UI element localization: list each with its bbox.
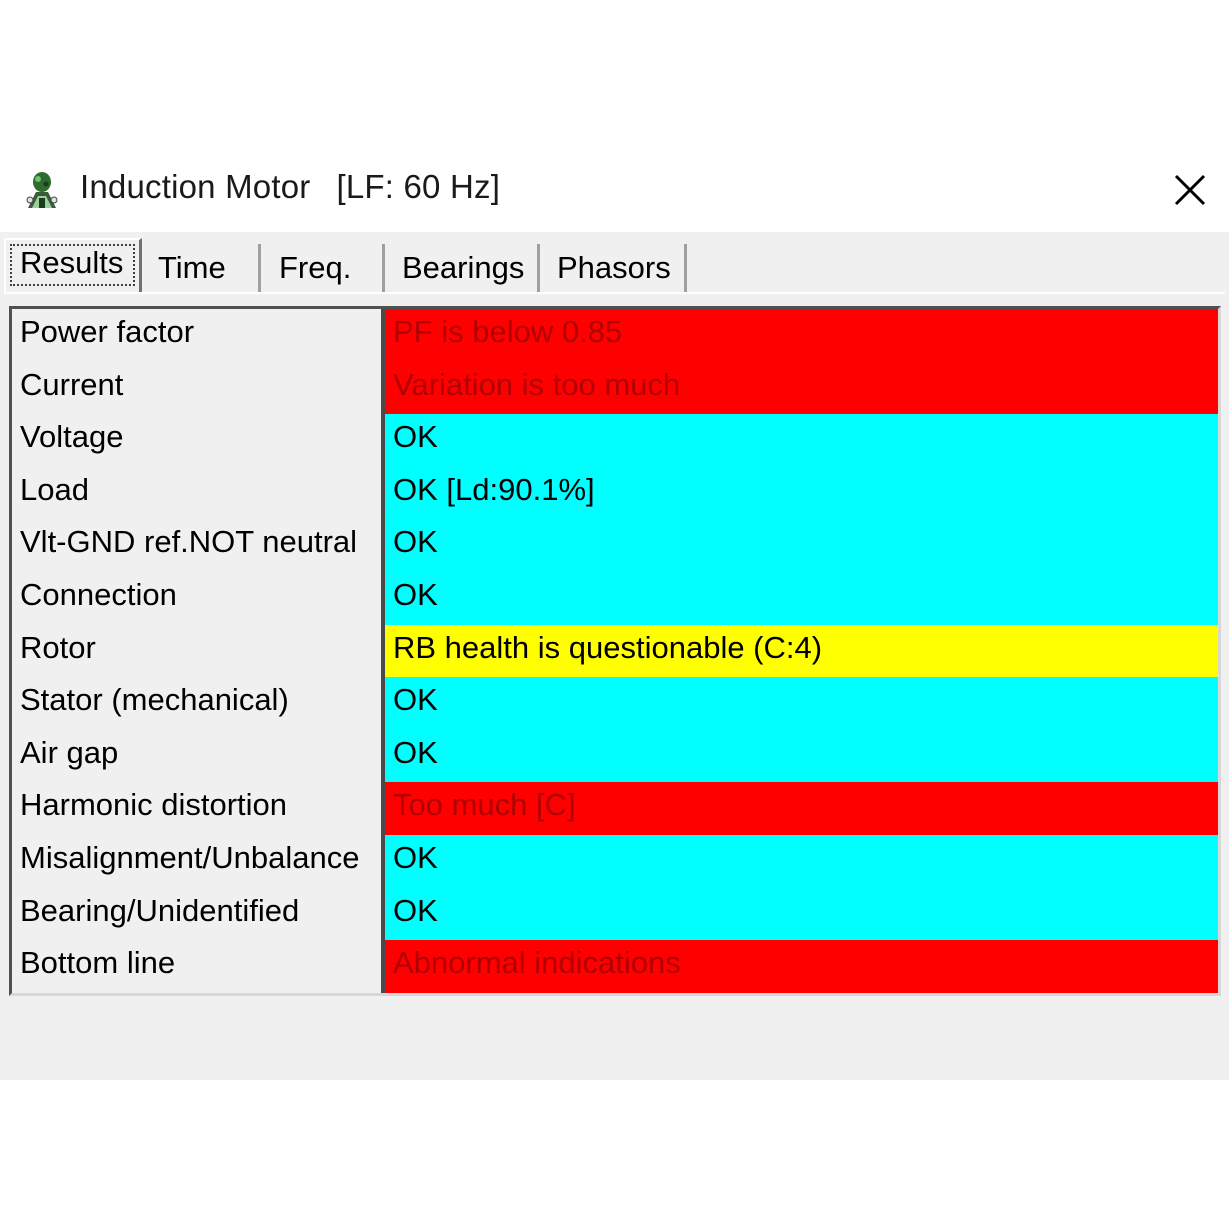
tab-time-label: Time <box>158 250 226 285</box>
result-label: Stator (mechanical) <box>20 682 289 718</box>
tab-focus-rect <box>10 244 135 286</box>
tab-bearings-label: Bearings <box>402 250 525 285</box>
window-title: Induction Motor [LF: 60 Hz] <box>80 168 500 206</box>
result-label: Voltage <box>20 419 124 455</box>
result-label: Load <box>20 471 89 507</box>
table-row: Air gap OK <box>12 729 1218 783</box>
table-row: Stator (mechanical) OK <box>12 677 1218 730</box>
results-grid: Power factor PF is below 0.85 Current Va… <box>9 306 1221 996</box>
result-label: Bottom line <box>20 945 176 981</box>
result-label: Connection <box>20 577 177 612</box>
result-label: Power factor <box>20 314 195 349</box>
title-bar: Induction Motor [LF: 60 Hz] <box>0 150 1229 232</box>
result-value: RB health is questionable (C:4) <box>385 624 1218 678</box>
result-value: OK [Ld:90.1%] <box>385 466 1218 520</box>
result-label: Current <box>20 366 124 402</box>
table-row: Power factor PF is below 0.85 <box>12 309 1218 362</box>
client-area: Results Time Freq. Bearings Phasors Powe… <box>0 232 1229 1080</box>
tab-results[interactable]: Results <box>4 238 142 294</box>
result-label: Vlt-GND ref.NOT neutral <box>20 524 358 560</box>
column-separator <box>381 309 385 993</box>
table-row: Bearing/Unidentified OK <box>12 887 1218 941</box>
tab-panel-edge <box>4 292 1225 294</box>
tab-freq[interactable]: Freq. <box>265 244 385 294</box>
tab-phasors[interactable]: Phasors <box>543 244 687 294</box>
result-label: Rotor <box>20 629 96 665</box>
tab-freq-label: Freq. <box>279 250 352 285</box>
table-row: Bottom line Abnormal indications <box>12 940 1218 993</box>
motor-logo-icon <box>26 172 58 208</box>
result-value: Abnormal indications <box>385 940 1218 993</box>
table-row: Misalignment/Unbalance OK <box>12 835 1218 888</box>
table-row: Current Variation is too much <box>12 361 1218 415</box>
result-value: Variation is too much <box>385 361 1218 415</box>
tab-strip: Results Time Freq. Bearings Phasors <box>4 238 1225 300</box>
result-value: PF is below 0.85 <box>385 309 1218 362</box>
close-icon[interactable] <box>1168 168 1212 212</box>
tab-bearings[interactable]: Bearings <box>388 244 540 294</box>
window-title-frequency: [LF: 60 Hz] <box>336 168 501 205</box>
result-label: Bearing/Unidentified <box>20 892 300 928</box>
induction-motor-window: Induction Motor [LF: 60 Hz] Results Time … <box>0 150 1229 1080</box>
result-value: OK <box>385 835 1218 888</box>
result-value: OK <box>385 519 1218 572</box>
result-value: OK <box>385 572 1218 625</box>
table-row: Rotor RB health is questionable (C:4) <box>12 624 1218 678</box>
tab-phasors-label: Phasors <box>557 250 671 285</box>
result-label: Air gap <box>20 734 119 770</box>
table-row: Harmonic distortion Too much [C] <box>12 782 1218 835</box>
tab-time[interactable]: Time <box>144 244 261 294</box>
table-row: Load OK [Ld:90.1%] <box>12 466 1218 520</box>
result-value: OK <box>385 887 1218 941</box>
result-value: OK <box>385 414 1218 467</box>
result-value: OK <box>385 729 1218 783</box>
result-label: Misalignment/Unbalance <box>20 840 360 875</box>
table-row: Connection OK <box>12 572 1218 625</box>
table-row: Voltage OK <box>12 414 1218 467</box>
result-value: OK <box>385 677 1218 730</box>
table-row: Vlt-GND ref.NOT neutral OK <box>12 519 1218 572</box>
window-title-main: Induction Motor <box>80 168 311 205</box>
result-value: Too much [C] <box>385 782 1218 835</box>
result-label: Harmonic distortion <box>20 787 288 823</box>
